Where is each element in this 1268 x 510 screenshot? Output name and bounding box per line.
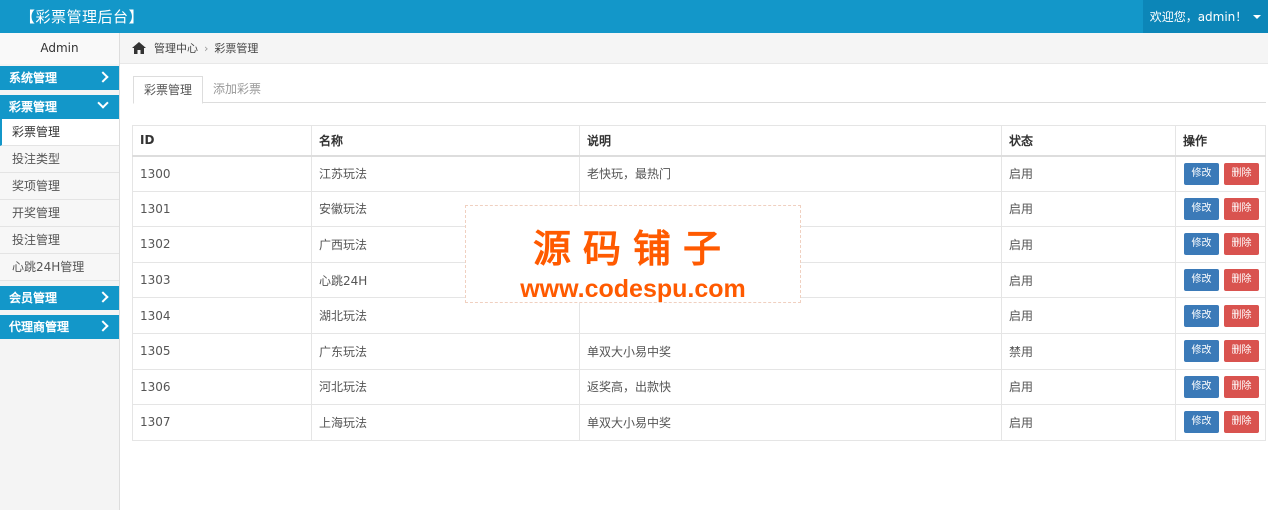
cell-id: 1305 <box>132 332 312 370</box>
column-header-description: 说明 <box>579 125 1002 157</box>
sidebar-group-label: 系统管理 <box>9 71 58 85</box>
cell-id: 1307 <box>132 404 312 441</box>
cell-id: 1302 <box>132 226 312 263</box>
sidebar-item-heartbeat-24h[interactable]: 心跳24H管理 <box>0 254 119 281</box>
sidebar-item-prize-management[interactable]: 奖项管理 <box>0 173 119 200</box>
app-title: 【彩票管理后台】 <box>20 8 145 26</box>
breadcrumb-home[interactable]: 管理中心 <box>154 40 198 56</box>
sidebar-username: Admin <box>0 33 119 64</box>
cell-actions: 修改 删除 <box>1175 368 1266 406</box>
cell-id: 1303 <box>132 261 312 299</box>
cell-status: 启用 <box>1001 261 1176 299</box>
tab-add-lottery[interactable]: 添加彩票 <box>203 76 271 102</box>
sidebar-group-label: 代理商管理 <box>9 320 70 334</box>
watermark: 源码铺子 www.codespu.com <box>465 205 801 303</box>
edit-button[interactable]: 修改 <box>1184 162 1219 185</box>
breadcrumb-current: 彩票管理 <box>214 42 259 55</box>
chevron-right-icon <box>97 71 109 83</box>
delete-button[interactable]: 删除 <box>1224 411 1259 434</box>
cell-description: 返奖高，出款快 <box>579 368 1002 406</box>
sidebar-group-system[interactable]: 系统管理 <box>0 66 119 90</box>
sidebar-group-lottery[interactable]: 彩票管理 <box>0 95 119 119</box>
sidebar: Admin 系统管理 彩票管理 彩票管理 投注类型 奖项管理 开奖管理 投注管理… <box>0 33 120 510</box>
table-row: 1300 江苏玩法 老快玩，最热门 启用 修改 删除 <box>132 155 1266 192</box>
column-header-name: 名称 <box>311 125 580 157</box>
table-header-row: ID 名称 说明 状态 操作 <box>132 125 1266 157</box>
tab-lottery-management[interactable]: 彩票管理 <box>133 76 204 104</box>
user-menu[interactable]: 欢迎您，admin！ <box>1143 0 1268 33</box>
chevron-right-icon: › <box>204 41 209 55</box>
cell-name: 河北玩法 <box>311 368 580 406</box>
watermark-url: www.codespu.com <box>520 275 746 303</box>
sidebar-group-members[interactable]: 会员管理 <box>0 286 119 310</box>
user-greeting: 欢迎您，admin！ <box>1149 10 1248 24</box>
sidebar-item-bet-management[interactable]: 投注管理 <box>0 227 119 254</box>
edit-button[interactable]: 修改 <box>1184 411 1219 434</box>
cell-status: 禁用 <box>1001 332 1176 370</box>
cell-status: 启用 <box>1001 297 1176 334</box>
cell-id: 1304 <box>132 297 312 334</box>
delete-button[interactable]: 删除 <box>1224 340 1259 363</box>
edit-button[interactable]: 修改 <box>1184 340 1219 363</box>
chevron-right-icon <box>97 291 109 303</box>
cell-name: 江苏玩法 <box>311 155 580 192</box>
column-header-status: 状态 <box>1001 125 1176 157</box>
cell-status: 启用 <box>1001 226 1176 263</box>
chevron-down-icon <box>97 97 109 109</box>
sidebar-item-lottery-management[interactable]: 彩票管理 <box>0 119 119 146</box>
sidebar-group-label: 彩票管理 <box>9 100 58 114</box>
cell-actions: 修改 删除 <box>1175 332 1266 370</box>
delete-button[interactable]: 删除 <box>1224 233 1259 256</box>
column-header-id: ID <box>132 125 312 157</box>
table-row: 1307 上海玩法 单双大小易中奖 启用 修改 删除 <box>132 404 1266 441</box>
sidebar-item-draw-management[interactable]: 开奖管理 <box>0 200 119 227</box>
caret-down-icon <box>1253 15 1262 19</box>
cell-name: 上海玩法 <box>311 404 580 441</box>
delete-button[interactable]: 删除 <box>1224 162 1259 185</box>
chevron-right-icon <box>97 320 109 332</box>
watermark-title: 源码铺子 <box>532 227 733 271</box>
cell-name: 广东玩法 <box>311 332 580 370</box>
cell-actions: 修改 删除 <box>1175 261 1266 299</box>
sidebar-item-bet-types[interactable]: 投注类型 <box>0 146 119 173</box>
home-icon <box>132 42 146 54</box>
column-header-actions: 操作 <box>1175 125 1266 157</box>
cell-actions: 修改 删除 <box>1175 226 1266 263</box>
delete-button[interactable]: 删除 <box>1224 197 1259 220</box>
delete-button[interactable]: 删除 <box>1224 304 1259 327</box>
cell-status: 启用 <box>1001 155 1176 192</box>
breadcrumb: 管理中心 › 彩票管理 <box>120 33 1268 64</box>
top-bar: 【彩票管理后台】 欢迎您，admin！ <box>0 0 1268 33</box>
cell-actions: 修改 删除 <box>1175 155 1266 192</box>
cell-actions: 修改 删除 <box>1175 190 1266 228</box>
edit-button[interactable]: 修改 <box>1184 304 1219 327</box>
edit-button[interactable]: 修改 <box>1184 197 1219 220</box>
cell-actions: 修改 删除 <box>1175 297 1266 334</box>
tab-bar: 彩票管理 添加彩票 <box>133 76 1266 104</box>
cell-status: 启用 <box>1001 404 1176 441</box>
sidebar-group-label: 会员管理 <box>9 291 58 305</box>
cell-description: 单双大小易中奖 <box>579 332 1002 370</box>
cell-status: 启用 <box>1001 190 1176 228</box>
edit-button[interactable]: 修改 <box>1184 269 1219 292</box>
delete-button[interactable]: 删除 <box>1224 375 1259 398</box>
edit-button[interactable]: 修改 <box>1184 375 1219 398</box>
table-row: 1306 河北玩法 返奖高，出款快 启用 修改 删除 <box>132 368 1266 406</box>
table-row: 1305 广东玩法 单双大小易中奖 禁用 修改 删除 <box>132 332 1266 370</box>
cell-actions: 修改 删除 <box>1175 404 1266 441</box>
delete-button[interactable]: 删除 <box>1224 269 1259 292</box>
cell-id: 1300 <box>132 155 312 192</box>
edit-button[interactable]: 修改 <box>1184 233 1219 256</box>
cell-description: 单双大小易中奖 <box>579 404 1002 441</box>
cell-id: 1306 <box>132 368 312 406</box>
cell-status: 启用 <box>1001 368 1176 406</box>
sidebar-group-agents[interactable]: 代理商管理 <box>0 315 119 339</box>
cell-description: 老快玩，最热门 <box>579 155 1002 192</box>
cell-id: 1301 <box>132 190 312 228</box>
